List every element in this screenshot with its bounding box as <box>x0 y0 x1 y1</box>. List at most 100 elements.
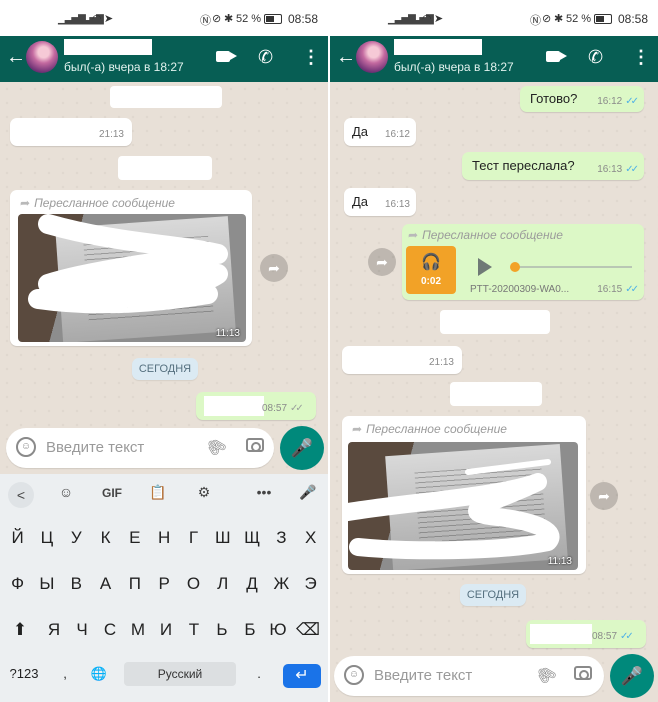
avatar[interactable] <box>26 41 58 73</box>
key-5[interactable]: П <box>120 564 149 604</box>
shift-key[interactable]: ⬆ <box>4 610 36 650</box>
sticker-icon[interactable]: ☺ <box>56 484 76 500</box>
key-7[interactable]: Ь <box>208 610 236 650</box>
share-icon[interactable]: ➦ <box>590 482 618 510</box>
message-input-bar[interactable]: ☺ Введите текст 🖇 <box>334 656 604 696</box>
key-11[interactable]: Э <box>296 564 325 604</box>
camera-icon[interactable] <box>574 666 592 680</box>
message-input[interactable]: Введите текст <box>374 667 472 684</box>
contact-name-redacted[interactable] <box>394 39 482 55</box>
message-bubble-outgoing[interactable]: 08:57 ✓✓ <box>196 392 316 420</box>
message-bubble-outgoing[interactable]: 08:57 ✓✓ <box>526 620 646 648</box>
key-4[interactable]: А <box>91 564 120 604</box>
key-1[interactable]: Ф <box>3 564 32 604</box>
contact-name-redacted[interactable] <box>64 39 152 55</box>
paperclip-icon[interactable]: 🖇 <box>532 661 561 690</box>
message-bubble-outgoing[interactable]: Тест переслала? 16:13 ✓✓ <box>462 152 644 180</box>
camera-icon[interactable] <box>246 438 264 452</box>
clipboard-icon[interactable]: 📋 <box>148 484 168 501</box>
photo-thumbnail[interactable]: 11:13 <box>348 442 578 570</box>
key-7[interactable]: Г <box>179 518 208 558</box>
gif-button[interactable]: GIF <box>98 486 126 500</box>
symbols-key[interactable]: ?123 <box>2 654 46 694</box>
mic-button[interactable]: 🎤 <box>610 654 654 698</box>
key-1[interactable]: Я <box>40 610 68 650</box>
message-bubble-incoming[interactable]: Да 16:12 <box>344 118 416 146</box>
arrow-back-icon[interactable]: ← <box>6 47 26 67</box>
audio-progress-knob[interactable] <box>510 262 520 272</box>
key-4[interactable]: М <box>124 610 152 650</box>
comma-emoji-key[interactable]: , <box>52 654 78 694</box>
mute-icon: ⊘ <box>542 13 552 25</box>
message-bubble-incoming[interactable]: 21:13 <box>10 118 132 146</box>
globe-icon[interactable]: 🌐 <box>84 654 114 694</box>
video-call-icon[interactable] <box>216 51 230 62</box>
key-5[interactable]: Е <box>120 518 149 558</box>
key-11[interactable]: Х <box>296 518 325 558</box>
audio-progress-track[interactable] <box>512 266 632 268</box>
redacted-block <box>118 156 212 180</box>
video-call-icon[interactable] <box>546 51 560 62</box>
phone-icon[interactable]: ✆ <box>258 47 273 68</box>
redacted-block <box>110 86 222 108</box>
key-6[interactable]: Т <box>180 610 208 650</box>
play-icon[interactable] <box>478 258 492 276</box>
more-vert-icon[interactable]: ⋮ <box>302 47 320 68</box>
key-8[interactable]: Л <box>208 564 237 604</box>
key-8[interactable]: Б <box>236 610 264 650</box>
voice-input-icon[interactable]: 🎤 <box>298 484 318 501</box>
key-7[interactable]: О <box>179 564 208 604</box>
key-3[interactable]: С <box>96 610 124 650</box>
key-6[interactable]: Н <box>150 518 179 558</box>
more-icon[interactable]: ••• <box>250 484 278 500</box>
space-key[interactable]: Русский <box>124 662 236 686</box>
chat-area[interactable]: Готово? 16:12 ✓✓ Да 16:12 Тест переслала?… <box>330 82 658 702</box>
forward-arrow-icon: ➦ <box>408 228 419 242</box>
backspace-key[interactable]: ⌫ <box>292 610 324 650</box>
photo-thumbnail[interactable]: 11:13 <box>18 214 246 342</box>
key-3[interactable]: У <box>62 518 91 558</box>
key-2[interactable]: Ч <box>68 610 96 650</box>
key-8[interactable]: Ш <box>208 518 237 558</box>
arrow-back-icon[interactable]: ← <box>336 47 356 67</box>
key-5[interactable]: И <box>152 610 180 650</box>
battery-percent: 52 % <box>566 13 592 25</box>
message-bubble-outgoing[interactable]: Готово? 16:12 ✓✓ <box>520 86 644 112</box>
emoji-icon[interactable]: ☺ <box>344 665 364 685</box>
key-2[interactable]: Ы <box>32 564 61 604</box>
message-bubble-incoming[interactable]: Да 16:13 <box>344 188 416 216</box>
photo-time: 11:13 <box>547 556 572 567</box>
avatar[interactable] <box>356 41 388 73</box>
forwarded-voice-message[interactable]: ➦ Пересланное сообщение 🎧 0:02 PTT-202003… <box>402 224 644 300</box>
share-icon[interactable]: ➦ <box>260 254 288 282</box>
message-input[interactable]: Введите текст <box>46 439 144 456</box>
mic-button[interactable]: 🎤 <box>280 426 324 470</box>
key-1[interactable]: Й <box>3 518 32 558</box>
audio-duration: 0:02 <box>420 276 441 287</box>
audio-filename: PTT-20200309-WA0... <box>470 284 570 295</box>
key-6[interactable]: Р <box>150 564 179 604</box>
settings-icon[interactable]: ⚙ <box>194 484 214 501</box>
key-3[interactable]: В <box>62 564 91 604</box>
more-vert-icon[interactable]: ⋮ <box>632 47 650 68</box>
message-time: 16:13 <box>384 199 410 210</box>
enter-key[interactable]: ↵ <box>283 664 321 688</box>
phone-icon[interactable]: ✆ <box>588 47 603 68</box>
period-key[interactable]: . <box>246 654 272 694</box>
redacted-block <box>530 624 592 644</box>
share-icon[interactable]: ➦ <box>368 248 396 276</box>
keyboard-back-button[interactable]: < <box>8 482 34 508</box>
key-10[interactable]: Ж <box>267 564 296 604</box>
forwarded-photo-message[interactable]: ➦ Пересланное сообщение 11:13 <box>342 416 586 574</box>
key-4[interactable]: К <box>91 518 120 558</box>
forwarded-photo-message[interactable]: ➦ Пересланное сообщение 11:13 <box>10 190 252 346</box>
message-bubble-incoming[interactable]: 21:13 <box>342 346 462 374</box>
emoji-icon[interactable]: ☺ <box>16 437 36 457</box>
paperclip-icon[interactable]: 🖇 <box>202 433 231 462</box>
key-9[interactable]: Щ <box>237 518 266 558</box>
key-2[interactable]: Ц <box>32 518 61 558</box>
message-input-bar[interactable]: ☺ Введите текст 🖇 <box>6 428 274 468</box>
key-9[interactable]: Ю <box>264 610 292 650</box>
key-10[interactable]: З <box>267 518 296 558</box>
key-9[interactable]: Д <box>237 564 266 604</box>
